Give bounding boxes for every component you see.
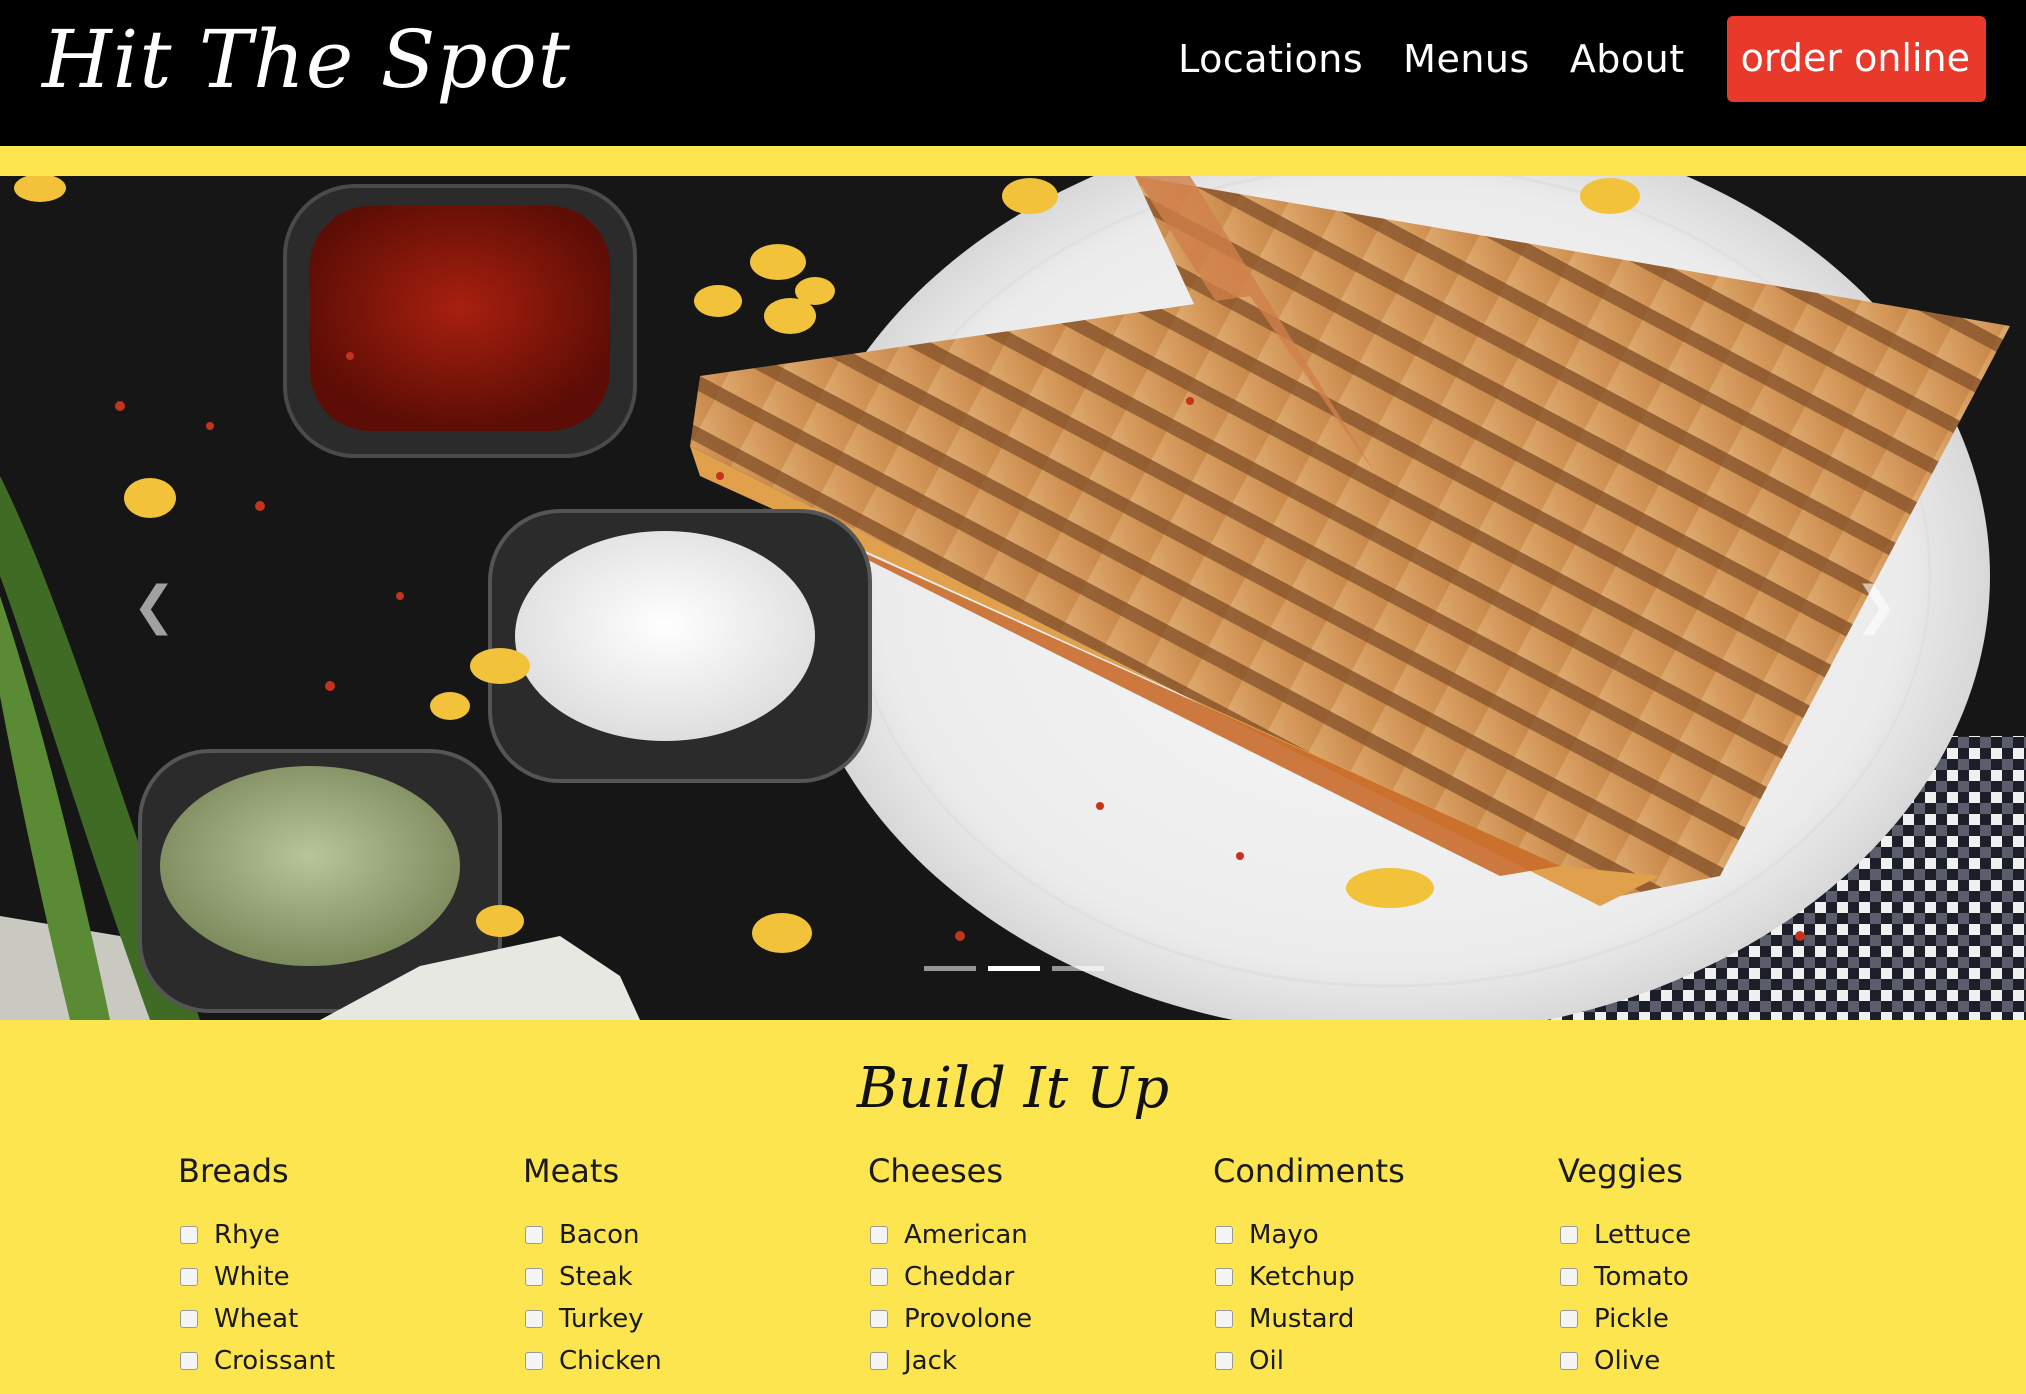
option-label: Chicken	[559, 1346, 662, 1376]
option-label: Oil	[1249, 1346, 1284, 1376]
option-label: Tomato	[1594, 1262, 1689, 1292]
checkbox[interactable]	[1560, 1352, 1578, 1370]
category-veggies: Veggies Lettuce Tomato Pickle Olive	[1558, 1152, 1858, 1382]
category-cheeses: Cheeses American Cheddar Provolone Jack	[868, 1152, 1168, 1382]
option-white[interactable]: White	[178, 1256, 478, 1298]
option-label: Mayo	[1249, 1220, 1319, 1250]
checkbox[interactable]	[870, 1352, 888, 1370]
nav-links: Locations Menus About order online	[1178, 16, 1986, 102]
option-label: Turkey	[559, 1304, 644, 1334]
brand-logo[interactable]: Hit The Spot	[42, 12, 571, 108]
build-title: Build It Up	[856, 1056, 1170, 1121]
checkbox[interactable]	[525, 1226, 543, 1244]
accent-stripe	[0, 146, 2026, 176]
option-label: Olive	[1594, 1346, 1661, 1376]
carousel-indicators	[924, 966, 1104, 971]
nav-link-locations[interactable]: Locations	[1178, 23, 1363, 95]
option-label: Cheddar	[904, 1262, 1015, 1292]
checkbox[interactable]	[870, 1226, 888, 1244]
option-mustard[interactable]: Mustard	[1213, 1298, 1513, 1340]
order-online-button[interactable]: order online	[1726, 16, 1986, 102]
checkbox[interactable]	[1560, 1226, 1578, 1244]
checkbox[interactable]	[1560, 1268, 1578, 1286]
option-olive[interactable]: Olive	[1558, 1340, 1858, 1382]
category-breads: Breads Rhye White Wheat Croissant	[178, 1152, 478, 1382]
option-label: Lettuce	[1594, 1220, 1692, 1250]
checkbox[interactable]	[1215, 1226, 1233, 1244]
checkbox[interactable]	[525, 1268, 543, 1286]
option-provolone[interactable]: Provolone	[868, 1298, 1168, 1340]
checkbox[interactable]	[180, 1226, 198, 1244]
option-bacon[interactable]: Bacon	[523, 1214, 823, 1256]
option-jack[interactable]: Jack	[868, 1340, 1168, 1382]
checkbox[interactable]	[180, 1352, 198, 1370]
option-steak[interactable]: Steak	[523, 1256, 823, 1298]
option-label: Wheat	[214, 1304, 299, 1334]
option-label: Bacon	[559, 1220, 640, 1250]
checkbox[interactable]	[1215, 1352, 1233, 1370]
option-wheat[interactable]: Wheat	[178, 1298, 478, 1340]
option-label: Mustard	[1249, 1304, 1355, 1334]
checkbox[interactable]	[180, 1310, 198, 1328]
option-tomato[interactable]: Tomato	[1558, 1256, 1858, 1298]
option-label: White	[214, 1262, 290, 1292]
navbar: Hit The Spot Locations Menus About order…	[0, 0, 2026, 146]
checkbox[interactable]	[525, 1310, 543, 1328]
category-heading: Condiments	[1213, 1152, 1405, 1190]
build-section: Build It Up Breads Rhye White Wheat Croi…	[0, 1020, 2026, 1394]
category-heading: Veggies	[1558, 1152, 1683, 1190]
category-heading: Meats	[523, 1152, 620, 1190]
checkbox[interactable]	[1560, 1310, 1578, 1328]
option-label: American	[904, 1220, 1028, 1250]
option-croissant[interactable]: Croissant	[178, 1340, 478, 1382]
option-lettuce[interactable]: Lettuce	[1558, 1214, 1858, 1256]
checkbox[interactable]	[1215, 1310, 1233, 1328]
hero-carousel: ❮ ❯	[0, 176, 2026, 1020]
option-label: Ketchup	[1249, 1262, 1355, 1292]
category-meats: Meats Bacon Steak Turkey Chicken	[523, 1152, 823, 1382]
hero-sandwich-image	[0, 176, 2026, 1020]
option-label: Pickle	[1594, 1304, 1669, 1334]
option-oil[interactable]: Oil	[1213, 1340, 1513, 1382]
option-cheddar[interactable]: Cheddar	[868, 1256, 1168, 1298]
option-label: Croissant	[214, 1346, 336, 1376]
carousel-indicator-1[interactable]	[924, 966, 976, 971]
category-heading: Cheeses	[868, 1152, 1004, 1190]
checkbox[interactable]	[180, 1268, 198, 1286]
option-label: Jack	[904, 1346, 957, 1376]
carousel-indicator-2[interactable]	[988, 966, 1040, 971]
carousel-prev-icon[interactable]: ❮	[124, 566, 184, 646]
nav-link-about[interactable]: About	[1570, 23, 1685, 95]
option-mayo[interactable]: Mayo	[1213, 1214, 1513, 1256]
option-american[interactable]: American	[868, 1214, 1168, 1256]
carousel-next-icon[interactable]: ❯	[1846, 566, 1906, 646]
option-rhye[interactable]: Rhye	[178, 1214, 478, 1256]
option-ketchup[interactable]: Ketchup	[1213, 1256, 1513, 1298]
option-label: Steak	[559, 1262, 633, 1292]
nav-link-menus[interactable]: Menus	[1403, 23, 1530, 95]
option-turkey[interactable]: Turkey	[523, 1298, 823, 1340]
checkbox[interactable]	[525, 1352, 543, 1370]
carousel-indicator-3[interactable]	[1052, 966, 1104, 971]
option-chicken[interactable]: Chicken	[523, 1340, 823, 1382]
option-label: Rhye	[214, 1220, 280, 1250]
checkbox[interactable]	[870, 1268, 888, 1286]
checkbox[interactable]	[1215, 1268, 1233, 1286]
option-pickle[interactable]: Pickle	[1558, 1298, 1858, 1340]
category-heading: Breads	[178, 1152, 289, 1190]
checkbox[interactable]	[870, 1310, 888, 1328]
option-label: Provolone	[904, 1304, 1033, 1334]
category-condiments: Condiments Mayo Ketchup Mustard Oil	[1213, 1152, 1513, 1382]
